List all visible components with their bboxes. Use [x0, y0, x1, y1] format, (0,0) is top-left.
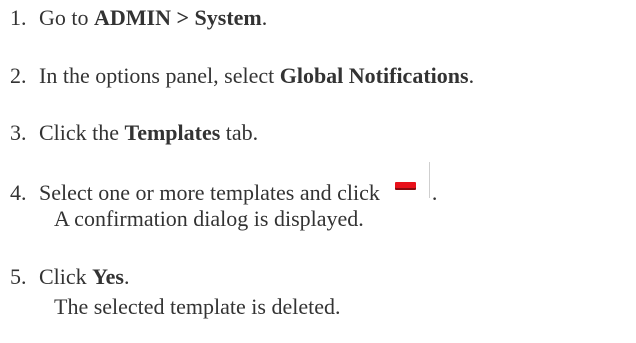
step-text-suffix: tab. — [220, 120, 259, 145]
step-4-result: A confirmation dialog is displayed. — [54, 206, 364, 231]
step-number: 4. — [10, 180, 27, 205]
step-number: 5. — [10, 264, 27, 289]
step-number: 1. — [10, 5, 27, 30]
step-2: 2. In the options panel, select Global No… — [10, 61, 632, 91]
step-text: Go to — [39, 5, 94, 30]
step-text: Click the — [39, 120, 125, 145]
minus-icon — [394, 182, 416, 188]
step-text: In the options panel, select — [39, 63, 280, 88]
step-number: 3. — [10, 120, 27, 145]
delete-button[interactable] — [380, 162, 432, 208]
step-punctuation: . — [261, 5, 268, 30]
step-text: Click — [39, 264, 93, 289]
option-name: Global Notifications — [279, 63, 469, 88]
step-5-result: The selected template is deleted. — [54, 294, 341, 319]
step-5: 5. Click Yes. — [10, 262, 632, 292]
tab-name: Templates — [124, 120, 221, 145]
button-name: Yes — [92, 264, 124, 289]
step-3: 3. Click the Templates tab. — [10, 118, 632, 148]
step-number: 2. — [10, 63, 27, 88]
menu-path: ADMIN > System — [94, 5, 262, 30]
step-punctuation: . — [468, 63, 475, 88]
divider — [428, 162, 430, 198]
step-punctuation: . — [431, 180, 438, 205]
step-text: Select one or more templates and click — [39, 180, 380, 205]
step-punctuation: . — [123, 264, 130, 289]
step-1: 1. Go to ADMIN > System. — [10, 3, 632, 33]
